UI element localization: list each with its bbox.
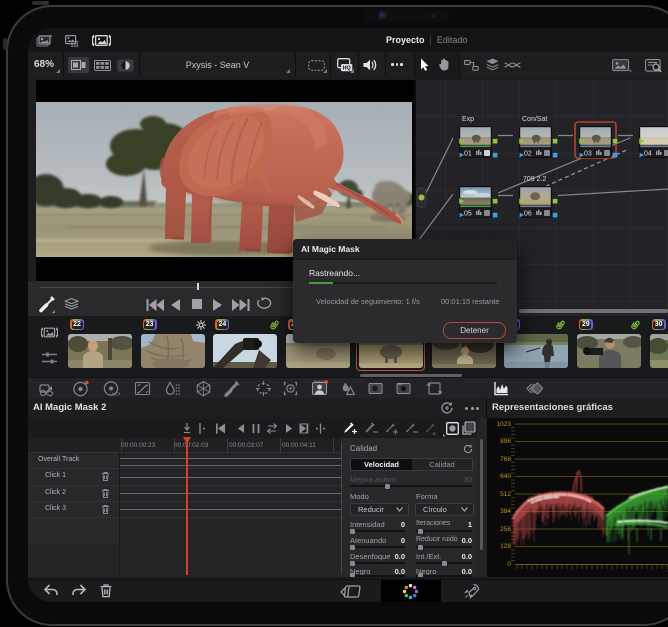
- svg-text:04: 04: [644, 150, 652, 157]
- svg-text:06: 06: [524, 210, 532, 217]
- svg-text:02: 02: [524, 150, 532, 157]
- svg-text:05: 05: [464, 210, 472, 217]
- svg-text:01: 01: [464, 150, 472, 157]
- svg-text:HDR: HDR: [112, 392, 120, 397]
- svg-text:03: 03: [584, 150, 592, 157]
